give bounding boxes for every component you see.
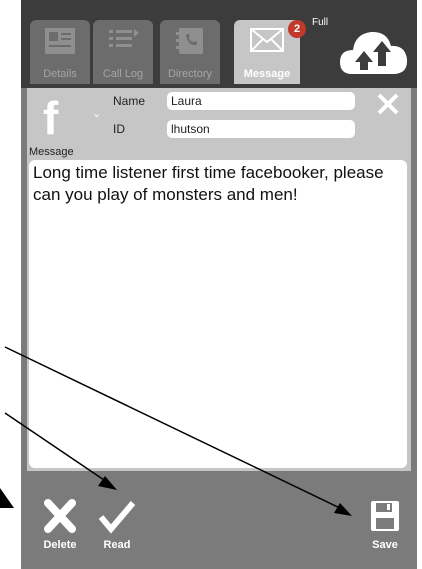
annotation-arrow-save [4, 346, 345, 511]
annotation-arrows [0, 346, 352, 516]
annotation-arrow-delete [0, 488, 14, 508]
annotation-arrow-read [4, 412, 108, 483]
arrowhead-icon [334, 503, 352, 516]
